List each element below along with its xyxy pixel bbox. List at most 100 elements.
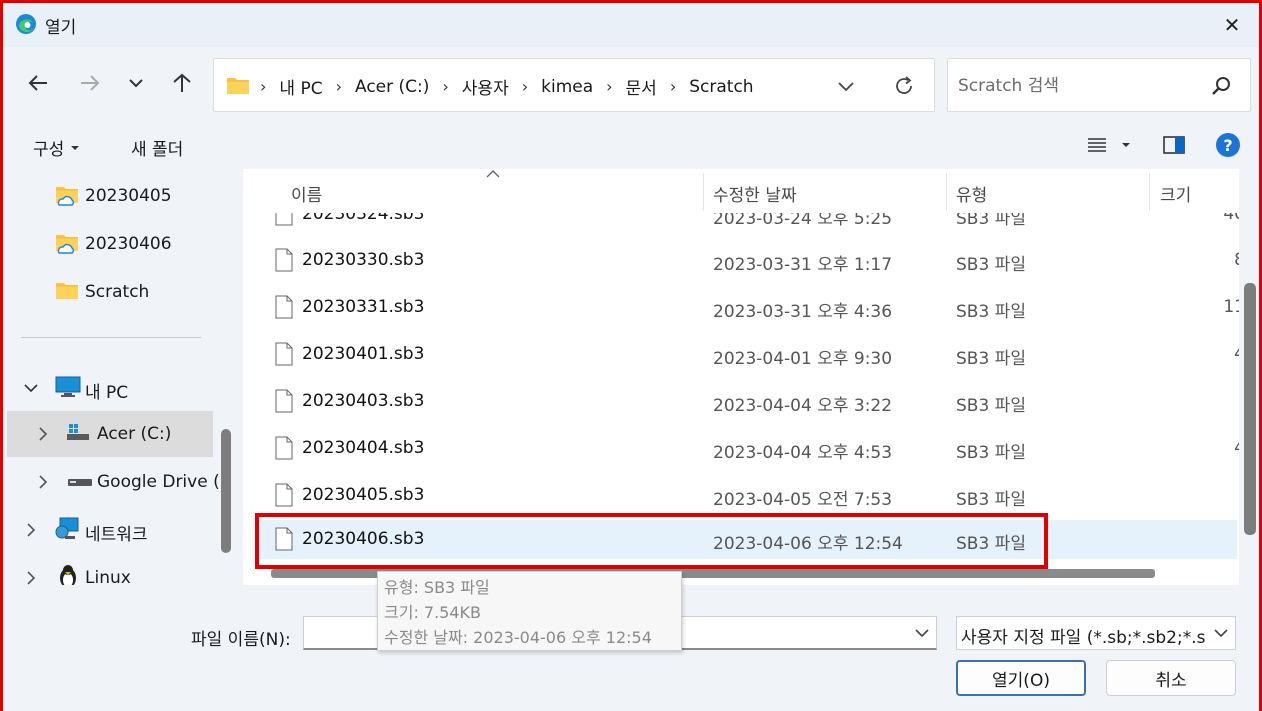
sidebar-item-20230405[interactable]: 20230405 [3,173,213,219]
file-name: 20230405.sb3 [302,485,425,505]
sidebar-item-label: 내 PC [85,383,129,403]
linux-icon [60,565,76,585]
file-date: 2023-04-01 오후 9:30 [713,349,893,369]
file-date: 2023-03-31 오후 4:36 [713,302,893,322]
up-button[interactable] [167,67,197,99]
back-button[interactable] [23,67,53,99]
file-date: 2023-04-05 오전 7:53 [713,490,893,510]
annotation-highlight-box [255,513,1048,569]
drive-icon [67,424,89,440]
expand-chevron-right-icon[interactable] [23,570,39,585]
cancel-button[interactable]: 취소 [1106,660,1236,696]
breadcrumb: › 내 PC › Acer (C:) › 사용자 › kimea › 문서 › … [260,74,756,100]
breadcrumb-separator[interactable]: › [659,77,687,96]
file-row[interactable]: 20230404.sb3 2023-04-04 오후 4:53 SB3 파일 4 [257,429,1239,469]
caret-down-icon [1122,143,1130,147]
column-modified[interactable]: 수정한 날짜 [713,181,797,206]
folder-icon [227,78,249,94]
file-icon [275,436,293,460]
sidebar-item-label: 20230405 [85,186,172,206]
breadcrumb-separator[interactable]: › [595,77,623,96]
address-history-dropdown[interactable] [832,73,860,99]
sidebar-item-scratch[interactable]: Scratch [3,269,213,315]
column-type[interactable]: 유형 [956,181,987,206]
chevron-down-icon [1214,629,1228,638]
sidebar-item-20230406[interactable]: 20230406 [3,221,213,267]
file-row[interactable]: 20230401.sb3 2023-04-01 오후 9:30 SB3 파일 4 [257,335,1239,375]
file-icon [275,295,293,319]
recent-locations-button[interactable] [121,67,151,99]
vertical-scrollbar[interactable] [1244,283,1256,535]
edge-browser-icon [16,14,36,34]
breadcrumb-item-user[interactable]: kimea [539,77,595,97]
file-name: 20230330.sb3 [302,250,425,270]
open-button[interactable]: 열기(O) [956,660,1086,696]
file-name: 20230401.sb3 [302,344,425,364]
file-type: SB3 파일 [956,255,1026,275]
sidebar-item-label: 20230406 [85,234,172,254]
sidebar-item-network[interactable]: 네트워크 [3,507,213,553]
breadcrumb-separator[interactable]: › [325,77,353,96]
help-button[interactable]: ? [1215,132,1241,158]
chevron-down-icon[interactable] [914,625,930,641]
sidebar-scrollbar[interactable] [221,429,231,553]
sidebar-divider [21,337,201,338]
expand-chevron-right-icon[interactable] [35,426,51,442]
view-options-button[interactable] [1087,137,1131,153]
new-folder-label: 새 폴더 [131,140,184,160]
column-name[interactable]: 이름 [291,181,322,206]
chevron-down-icon [838,82,854,92]
sidebar-item-google-drive[interactable]: Google Drive ( [3,459,220,505]
close-button[interactable]: ✕ [1215,9,1249,41]
sidebar-item-label: Google Drive ( [97,472,220,492]
command-bar: 구성 새 폴더 ? [3,123,1259,169]
forward-button[interactable] [75,67,105,99]
file-row[interactable]: 20230330.sb3 2023-03-31 오후 1:17 SB3 파일 8 [257,241,1239,281]
column-divider[interactable] [703,173,704,211]
breadcrumb-item-pc[interactable]: 내 PC [277,74,324,99]
expand-chevron-right-icon[interactable] [23,522,39,538]
file-row[interactable]: 20230331.sb3 2023-03-31 오후 4:36 SB3 파일 1… [257,288,1239,328]
arrow-right-icon [81,75,100,91]
sidebar-item-acer-drive[interactable]: Acer (C:) [7,411,213,457]
search-box[interactable] [947,58,1251,112]
organize-button[interactable]: 구성 [33,135,80,160]
sidebar-item-this-pc[interactable]: 내 PC [3,365,213,411]
arrow-left-icon [28,75,47,91]
file-type-filter-value: 사용자 지정 파일 (*.sb;*.sb2;*.s [961,628,1206,648]
refresh-button[interactable] [890,72,918,100]
breadcrumb-item-drive[interactable]: Acer (C:) [353,77,431,97]
breadcrumb-separator: › [260,77,267,96]
file-type: SB3 파일 [956,349,1026,369]
breadcrumb-item-users[interactable]: 사용자 [460,74,511,99]
column-size[interactable]: 크기 [1160,181,1191,206]
preview-pane-button[interactable] [1163,135,1185,155]
search-input[interactable] [958,72,1198,100]
sidebar-item-label: Scratch [85,282,150,302]
breadcrumb-item-scratch[interactable]: Scratch [687,77,755,97]
folder-icon [56,283,78,299]
cancel-button-label: 취소 [1155,670,1187,691]
sidebar-item-linux[interactable]: Linux [3,555,213,585]
new-folder-button[interactable]: 새 폴더 [131,135,183,160]
breadcrumb-item-documents[interactable]: 문서 [624,74,659,99]
expand-chevron-right-icon[interactable] [35,474,51,490]
file-row[interactable]: 20230405.sb3 2023-04-05 오전 7:53 SB3 파일 [257,476,1237,516]
address-bar[interactable]: › 내 PC › Acer (C:) › 사용자 › kimea › 문서 › … [213,58,935,112]
filename-label: 파일 이름(N): [191,630,291,650]
breadcrumb-separator[interactable]: › [431,77,459,96]
file-row[interactable]: 20230403.sb3 2023-04-04 오후 3:22 SB3 파일 [257,382,1237,422]
column-divider[interactable] [946,173,947,211]
expand-chevron-down-icon[interactable] [23,380,39,396]
open-button-label: 열기(O) [992,670,1050,691]
cloud-folder-icon [56,235,78,254]
file-name: 20230403.sb3 [302,391,425,411]
column-divider[interactable] [1149,173,1150,211]
search-icon [1212,77,1230,95]
file-type-filter[interactable]: 사용자 지정 파일 (*.sb;*.sb2;*.s [956,616,1236,650]
file-icon [275,342,293,366]
breadcrumb-separator[interactable]: › [511,77,539,96]
file-type: SB3 파일 [956,396,1026,416]
file-name: 20230404.sb3 [302,438,425,458]
file-icon [275,248,293,272]
